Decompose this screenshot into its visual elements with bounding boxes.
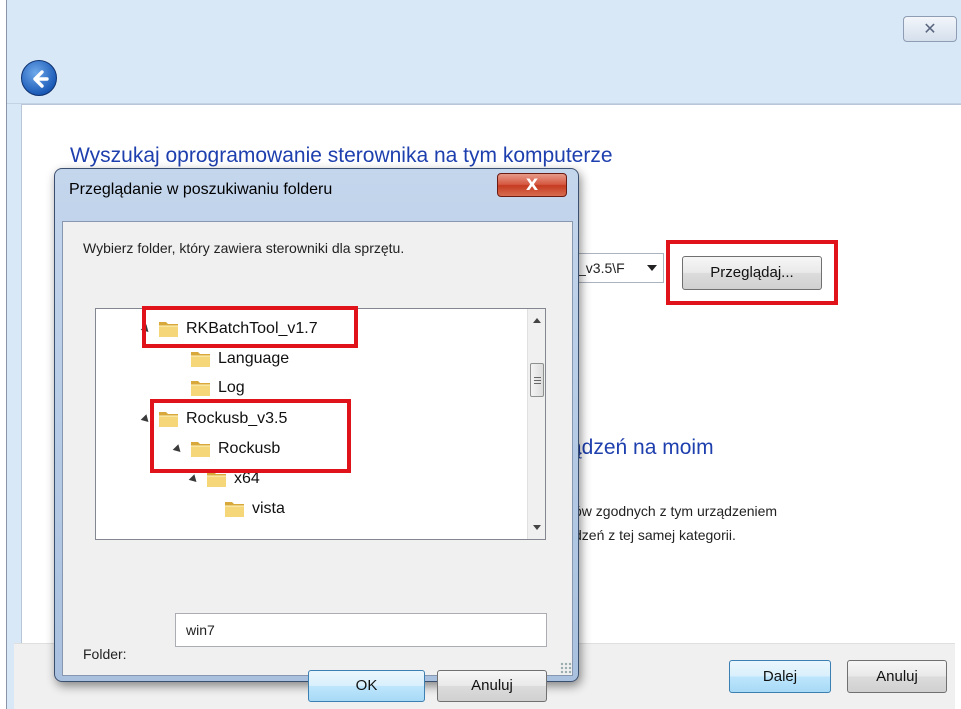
expanded-triangle-icon[interactable] (140, 414, 152, 425)
tree-item[interactable]: x64 (96, 465, 526, 493)
wizard-close-button[interactable]: ✕ (903, 16, 957, 42)
cancel-button[interactable]: Anuluj (847, 660, 947, 693)
tree-item[interactable]: vista (96, 495, 526, 523)
scroll-down-arrow-icon[interactable] (533, 525, 541, 530)
scroll-thumb[interactable] (530, 363, 544, 397)
option-description-line: dzeń z tej samej kategorii. (574, 527, 736, 543)
folder-icon (159, 322, 178, 337)
tree-item[interactable]: RKBatchTool_v1.7 (96, 315, 526, 343)
chevron-down-icon[interactable] (647, 265, 657, 271)
folder-tree[interactable]: RKBatchTool_v1.7 Language Log Rockusb_v3.5 R… (95, 308, 546, 540)
dialog-close-button[interactable]: X (497, 173, 567, 197)
folder-icon (191, 352, 210, 367)
wizard-title-area: ✕ (7, 0, 961, 104)
driver-path-value: _v3.5\F (578, 260, 625, 276)
expanded-triangle-icon[interactable] (172, 444, 184, 455)
folder-icon (207, 472, 226, 487)
ok-button[interactable]: OK (308, 670, 425, 702)
tree-item-label: Rockusb (218, 440, 281, 457)
folder-icon (159, 412, 178, 427)
tree-scrollbar[interactable] (527, 309, 545, 539)
folder-icon (225, 502, 244, 517)
tree-item[interactable]: Rockusb (96, 435, 526, 463)
tree-item-label: vista (252, 500, 285, 517)
page-title: Wyszukaj oprogramowanie sterownika na ty… (70, 144, 613, 167)
folder-input[interactable]: win7 (175, 613, 547, 647)
option-description-partial: ów zgodnych z tym urządzeniem dzeń z tej… (574, 499, 777, 547)
tree-item[interactable]: Rockusb_v3.5 (96, 405, 526, 433)
dialog-title: Przeglądanie w poszukiwaniu folderu (69, 181, 333, 198)
next-button[interactable]: Dalej (729, 660, 831, 693)
folder-field-label: Folder: (83, 646, 127, 662)
folder-icon (191, 381, 210, 396)
folder-icon (191, 442, 210, 457)
option-title-partial[interactable]: ądzeń na moim (570, 436, 714, 460)
tree-item[interactable]: Log (96, 374, 526, 402)
tree-item[interactable]: Language (96, 345, 526, 373)
resize-grip-icon[interactable] (560, 662, 572, 674)
dialog-cancel-button[interactable]: Anuluj (437, 670, 547, 702)
expanded-triangle-icon[interactable] (140, 324, 152, 335)
dialog-body: Wybierz folder, który zawiera sterowniki… (62, 221, 573, 702)
tree-item-label: RKBatchTool_v1.7 (186, 320, 318, 337)
browse-folder-dialog: Przeglądanie w poszukiwaniu folderu X Wy… (54, 168, 579, 702)
tree-item-label: Rockusb_v3.5 (186, 410, 288, 427)
expanded-triangle-icon[interactable] (188, 474, 200, 485)
option-description-line: ów zgodnych z tym urządzeniem (574, 503, 778, 519)
tree-item-label: Log (218, 379, 245, 396)
driver-path-combo[interactable]: _v3.5\F (567, 253, 664, 283)
browse-button[interactable]: Przeglądaj... (682, 256, 822, 290)
scroll-up-arrow-icon[interactable] (533, 318, 541, 323)
wizard-frame-border (7, 104, 21, 709)
back-arrow-icon[interactable] (21, 60, 57, 96)
tree-item-label: x64 (234, 470, 260, 487)
tree-item-label: Language (218, 350, 290, 367)
dialog-instruction: Wybierz folder, który zawiera sterowniki… (83, 240, 405, 256)
